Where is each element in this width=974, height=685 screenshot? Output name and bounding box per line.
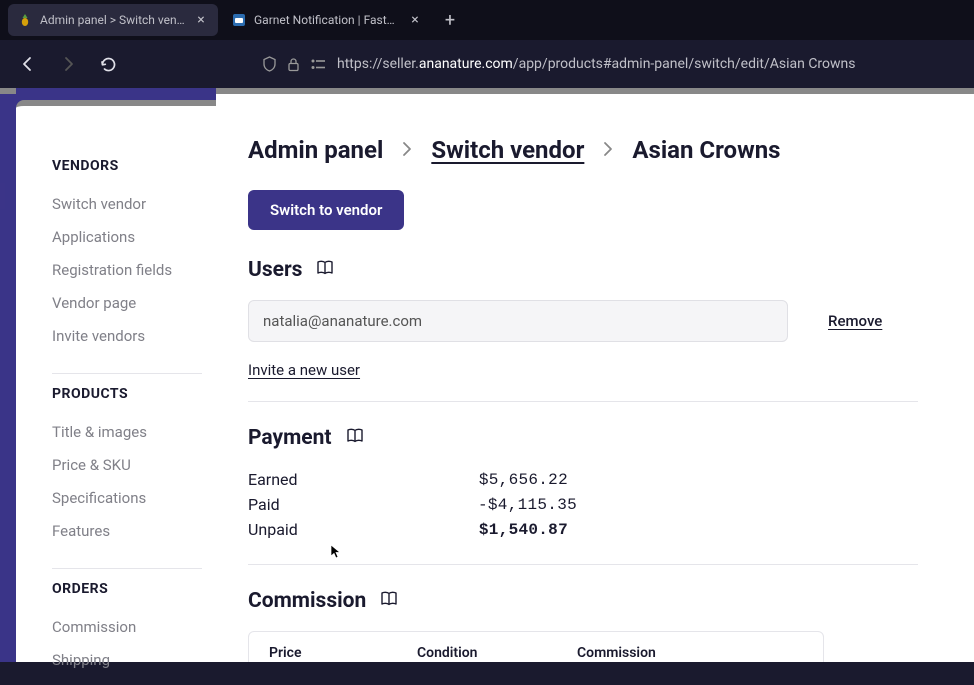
payment-title: Payment — [248, 426, 332, 450]
book-icon[interactable] — [380, 590, 398, 612]
sidebar-item-title-images[interactable]: Title & images — [52, 416, 202, 449]
sidebar-item-specifications[interactable]: Specifications — [52, 482, 202, 515]
close-icon[interactable]: × — [408, 13, 422, 27]
sidebar: VENDORS Switch vendor Applications Regis… — [16, 100, 216, 662]
breadcrumb-vendor-name: Asian Crowns — [632, 136, 780, 164]
commission-table: Price Condition Commission — [248, 631, 824, 662]
payment-row-earned: Earned $5,656.22 — [248, 468, 934, 493]
payment-value: $5,656.22 — [478, 468, 568, 493]
col-commission: Commission — [577, 645, 737, 661]
remove-user-link[interactable]: Remove — [828, 312, 882, 330]
user-email-input[interactable] — [248, 300, 788, 342]
col-price: Price — [269, 645, 417, 661]
sidebar-item-vendor-page[interactable]: Vendor page — [52, 287, 202, 320]
payment-label: Earned — [248, 468, 478, 493]
switch-to-vendor-button[interactable]: Switch to vendor — [248, 190, 404, 230]
divider — [248, 401, 918, 402]
sidebar-item-registration-fields[interactable]: Registration fields — [52, 254, 202, 287]
payment-row-paid: Paid -$4,115.35 — [248, 493, 934, 518]
payment-label: Unpaid — [248, 518, 478, 543]
sidebar-item-features[interactable]: Features — [52, 515, 202, 548]
fastmail-icon — [232, 13, 246, 27]
book-icon[interactable] — [346, 427, 364, 449]
sidebar-heading-products: PRODUCTS — [52, 386, 202, 402]
payment-label: Paid — [248, 493, 478, 518]
browser-chrome: Admin panel > Switch vendor > × Garnet N… — [0, 0, 974, 88]
divider — [248, 564, 918, 565]
close-icon[interactable]: × — [194, 13, 208, 27]
back-button[interactable] — [12, 48, 44, 80]
sidebar-item-invite-vendors[interactable]: Invite vendors — [52, 320, 202, 353]
sidebar-heading-orders: ORDERS — [52, 581, 202, 597]
user-row: Remove — [248, 300, 934, 342]
payment-row-unpaid: Unpaid $1,540.87 — [248, 518, 934, 543]
payment-rows: Earned $5,656.22 Paid -$4,115.35 Unpaid … — [248, 468, 934, 542]
active-marker — [0, 183, 5, 209]
sidebar-strip — [0, 88, 16, 662]
sidebar-item-shipping[interactable]: Shipping — [52, 644, 202, 677]
divider — [52, 568, 202, 569]
users-header: Users — [248, 258, 934, 282]
permissions-icon — [310, 58, 327, 71]
new-tab-button[interactable]: + — [436, 6, 464, 34]
nav-bar: https://seller.ananature.com/app/product… — [0, 40, 974, 88]
breadcrumb-switch-vendor[interactable]: Switch vendor — [431, 136, 584, 164]
main-content: Admin panel Switch vendor Asian Crowns S… — [216, 88, 974, 662]
divider — [52, 373, 202, 374]
breadcrumb: Admin panel Switch vendor Asian Crowns — [248, 136, 934, 164]
browser-tab-0[interactable]: Admin panel > Switch vendor > × — [8, 4, 218, 36]
tab-title: Admin panel > Switch vendor > — [40, 13, 186, 27]
chevron-right-icon — [602, 138, 614, 162]
commission-table-header: Price Condition Commission — [249, 632, 823, 662]
book-icon[interactable] — [316, 259, 334, 281]
sidebar-heading-vendors: VENDORS — [52, 158, 202, 174]
lock-icon — [287, 57, 300, 72]
tab-bar: Admin panel > Switch vendor > × Garnet N… — [0, 0, 974, 40]
app-container: VENDORS Switch vendor Applications Regis… — [0, 88, 974, 662]
url-text: https://seller.ananature.com/app/product… — [337, 56, 952, 72]
breadcrumb-admin[interactable]: Admin panel — [248, 136, 383, 164]
forward-button[interactable] — [52, 48, 84, 80]
sidebar-item-commission[interactable]: Commission — [52, 611, 202, 644]
url-bar[interactable]: https://seller.ananature.com/app/product… — [252, 48, 962, 80]
tab-title: Garnet Notification | Fastmail — [254, 13, 400, 27]
sidebar-item-switch-vendor[interactable]: Switch vendor — [52, 188, 202, 221]
payment-value: -$4,115.35 — [478, 493, 568, 518]
chevron-right-icon — [401, 138, 413, 162]
browser-tab-1[interactable]: Garnet Notification | Fastmail × — [222, 4, 432, 36]
users-title: Users — [248, 258, 302, 282]
pineapple-icon — [18, 13, 32, 27]
reload-button[interactable] — [92, 48, 124, 80]
commission-header: Commission — [248, 589, 934, 613]
col-condition: Condition — [417, 645, 577, 661]
payment-header: Payment — [248, 426, 934, 450]
shield-icon — [262, 56, 277, 72]
sidebar-item-applications[interactable]: Applications — [52, 221, 202, 254]
sidebar-item-price-sku[interactable]: Price & SKU — [52, 449, 202, 482]
payment-value: $1,540.87 — [478, 518, 568, 543]
commission-title: Commission — [248, 589, 366, 613]
invite-user-link[interactable]: Invite a new user — [248, 361, 360, 379]
